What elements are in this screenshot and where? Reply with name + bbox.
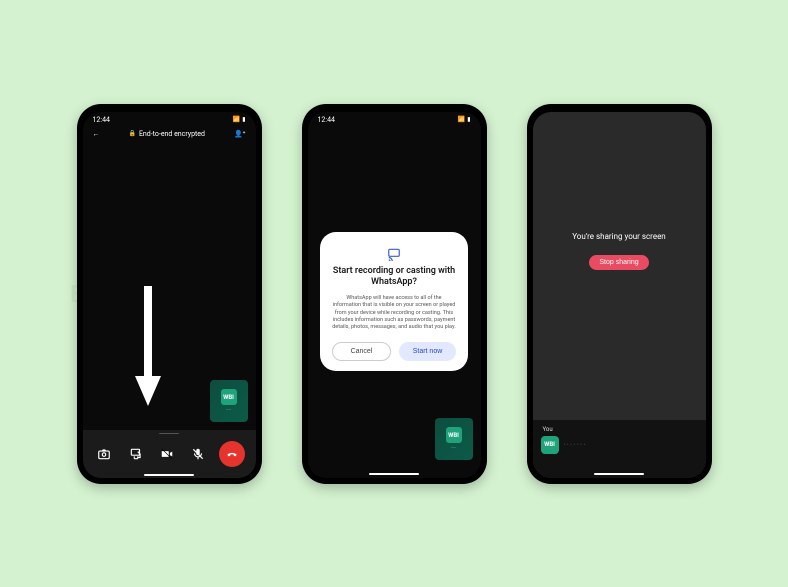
phone-mockup-2: 12:44 📶 ▮ Start recording or casting wit…: [302, 104, 487, 484]
pip-sub: ·····: [451, 445, 456, 450]
stop-sharing-button[interactable]: Stop sharing: [589, 255, 648, 270]
participants-strip: You WBI ·······: [533, 420, 706, 478]
lock-icon: 🔒: [128, 130, 135, 137]
add-participant-icon[interactable]: 👤⁺: [234, 130, 246, 138]
encryption-label: End-to-end encrypted: [139, 130, 205, 138]
pip-logo: WBI: [446, 427, 462, 443]
call-body: WBI ·····: [83, 146, 256, 478]
you-dots: ·······: [564, 441, 587, 449]
status-bar: [533, 112, 706, 126]
mic-mute-button[interactable]: [187, 443, 209, 465]
arrow-annotation: [133, 286, 163, 406]
phone-mockup-3: You're sharing your screen Stop sharing …: [527, 104, 712, 484]
cast-permission-dialog: Start recording or casting with WhatsApp…: [320, 232, 468, 371]
pip-sub: ·····: [226, 407, 231, 412]
signal-icon: 📶: [458, 116, 465, 123]
status-time: 12:44: [93, 116, 110, 124]
battery-icon: ▮: [242, 116, 245, 123]
sharing-message: You're sharing your screen Stop sharing: [533, 232, 706, 270]
self-video-pip[interactable]: WBI ·····: [435, 418, 473, 460]
dialog-title: Start recording or casting with WhatsApp…: [332, 266, 456, 289]
you-label: You: [543, 426, 698, 433]
home-indicator: [369, 473, 419, 475]
battery-icon: ▮: [467, 116, 470, 123]
video-toggle-button[interactable]: [156, 443, 178, 465]
back-icon[interactable]: ←: [93, 130, 100, 138]
phone-mockup-1: 12:44 📶 ▮ ← 🔒 End-to-end encrypted 👤⁺: [77, 104, 262, 484]
start-now-button[interactable]: Start now: [399, 342, 456, 361]
status-bar: 12:44 📶 ▮: [83, 112, 256, 126]
dialog-body: WhatsApp will have access to all of the …: [332, 295, 456, 332]
end-call-button[interactable]: [219, 441, 245, 467]
screen-share-button[interactable]: [125, 443, 147, 465]
sharing-title: You're sharing your screen: [533, 232, 706, 241]
signal-icon: 📶: [233, 116, 240, 123]
cast-icon: [387, 246, 401, 260]
home-indicator: [144, 474, 194, 476]
status-time: 12:44: [318, 116, 335, 124]
call-header: ← 🔒 End-to-end encrypted 👤⁺: [83, 126, 256, 142]
home-indicator: [594, 473, 644, 475]
self-video-pip[interactable]: WBI ·····: [210, 380, 248, 422]
camera-switch-button[interactable]: [93, 443, 115, 465]
drag-handle[interactable]: [159, 433, 179, 435]
cancel-button[interactable]: Cancel: [332, 342, 391, 361]
call-controls: [83, 430, 256, 478]
pip-logo: WBI: [221, 389, 237, 405]
status-bar: 12:44 📶 ▮: [308, 112, 481, 126]
you-avatar[interactable]: WBI: [541, 436, 559, 454]
